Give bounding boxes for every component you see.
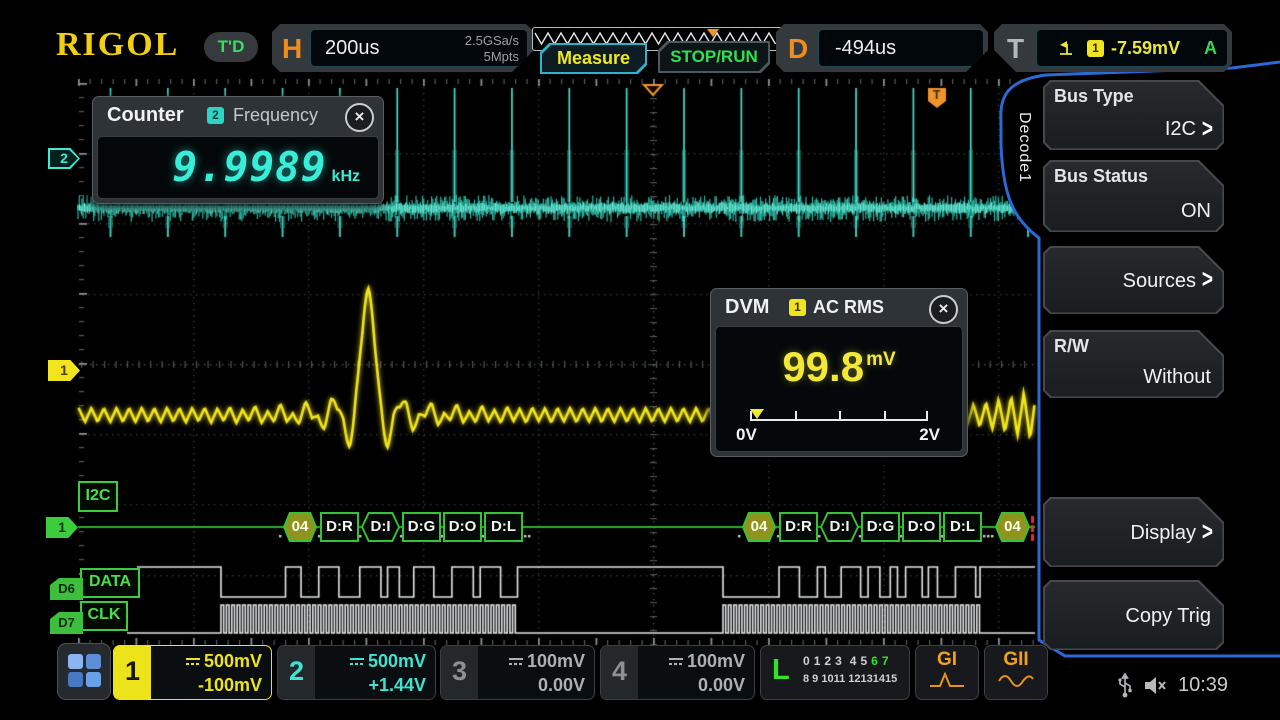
trigger-box: 1 -7.59mV A [1036, 29, 1228, 67]
timebase-box: 200us 2.5GSa/s 5Mpts [310, 29, 528, 67]
channel1-offset: -100mV [152, 673, 262, 697]
memory-depth: 5Mpts [465, 49, 519, 65]
channel1-number: 1 [114, 646, 151, 699]
dc-coupling-icon [669, 656, 683, 667]
stop-run-button[interactable]: STOP/RUN [658, 41, 770, 73]
menu-item-value: ON [1181, 200, 1211, 223]
sample-rate: 2.5GSa/s [465, 33, 519, 49]
logic-label: L [772, 654, 790, 687]
measure-button-label: Measure [540, 43, 647, 74]
menu-item-rw[interactable]: R/W Without [1043, 330, 1224, 398]
channel4-number: 4 [601, 646, 638, 699]
menu-item-copy-trig[interactable]: Copy Trig [1043, 580, 1224, 650]
gen1-label: GI [916, 649, 978, 671]
menu-item-display[interactable]: Display > [1043, 497, 1224, 567]
channel3-button[interactable]: 3 100mV 0.00V [440, 645, 595, 700]
delay-value: -494us [835, 37, 896, 60]
chevron-right-icon: > [1202, 518, 1213, 548]
menu-item-bus-status[interactable]: Bus Status ON [1043, 160, 1224, 232]
menu-item-value: Copy Trig [1125, 605, 1211, 628]
menu-item-sources[interactable]: Sources > [1043, 246, 1224, 314]
gen1-button[interactable]: GI [915, 645, 979, 700]
dc-coupling-icon [350, 656, 364, 667]
menu-item-value: Without [1143, 366, 1211, 389]
channel4-button[interactable]: 4 100mV 0.00V [600, 645, 755, 700]
overview-trigger-marker[interactable] [707, 29, 719, 37]
channel2-button[interactable]: 2 500mV +1.44V [277, 645, 436, 700]
logic-analyzer-button[interactable]: L 01234567 8 9 1011 12131415 [760, 645, 910, 700]
oscilloscope-screen: 04D:RD:ID:GD:OD:L04D:RD:ID:GD:OD:L04 2 1… [0, 0, 1280, 720]
trigger-type-icon [1057, 39, 1075, 57]
trigger-sweep-mode: A [1204, 38, 1217, 59]
channel3-offset: 0.00V [479, 673, 585, 697]
horizontal-settings[interactable]: H 200us 2.5GSa/s 5Mpts [272, 24, 534, 72]
menu-item-label: Bus Type [1054, 86, 1134, 107]
clock: 10:39 [1178, 674, 1228, 697]
acquisition-info: 2.5GSa/s 5Mpts [465, 33, 519, 65]
measure-button[interactable]: Measure [540, 43, 647, 74]
stop-run-button-label: STOP/RUN [658, 41, 770, 73]
menu-item-value: Sources [1123, 270, 1196, 293]
trigger-source-badge: 1 [1087, 40, 1104, 57]
pulse-waveform-icon [916, 671, 978, 691]
channel3-scale: 100mV [527, 651, 585, 671]
channel2-number: 2 [278, 646, 315, 699]
chevron-right-icon: > [1202, 115, 1213, 145]
tab-decode1[interactable]: Decode1 [1007, 92, 1033, 204]
sine-waveform-icon [985, 671, 1047, 691]
grid-icon [68, 654, 83, 669]
channel4-scale: 100mV [687, 651, 745, 671]
channel3-number: 3 [441, 646, 478, 699]
speaker-muted-icon [1144, 676, 1170, 695]
gen2-label: GII [985, 649, 1047, 671]
channel2-offset: +1.44V [316, 673, 426, 697]
trigger-status-badge: T'D [204, 32, 258, 62]
d-label: D [788, 33, 808, 65]
t-label: T [1007, 33, 1024, 65]
channel2-scale: 500mV [368, 651, 426, 671]
delay-settings[interactable]: D -494us [776, 24, 988, 72]
menu-item-label: Bus Status [1054, 166, 1148, 187]
menu-item-label: R/W [1054, 336, 1089, 357]
h-label: H [282, 33, 302, 65]
logic-row2: 8 9 1011 12131415 [803, 673, 897, 685]
dc-coupling-icon [509, 656, 523, 667]
timebase-value: 200us [325, 37, 380, 60]
trigger-level-value: -7.59mV [1111, 38, 1180, 59]
menu-item-value: Display [1130, 522, 1196, 545]
dc-coupling-icon [186, 656, 200, 667]
rigol-logo: RIGOL [56, 26, 179, 64]
channel1-button[interactable]: 1 500mV -100mV [113, 645, 272, 700]
channel1-scale: 500mV [204, 651, 262, 671]
delay-box: -494us [818, 29, 984, 67]
channel4-offset: 0.00V [639, 673, 745, 697]
trigger-settings[interactable]: T 1 -7.59mV A [994, 24, 1232, 72]
menu-item-bus-type[interactable]: Bus Type I2C > [1043, 80, 1224, 150]
menu-grid-button[interactable] [57, 643, 111, 700]
usb-icon [1116, 672, 1134, 698]
menu-item-value: I2C [1165, 118, 1196, 141]
chevron-right-icon: > [1202, 266, 1213, 296]
gen2-button[interactable]: GII [984, 645, 1048, 700]
